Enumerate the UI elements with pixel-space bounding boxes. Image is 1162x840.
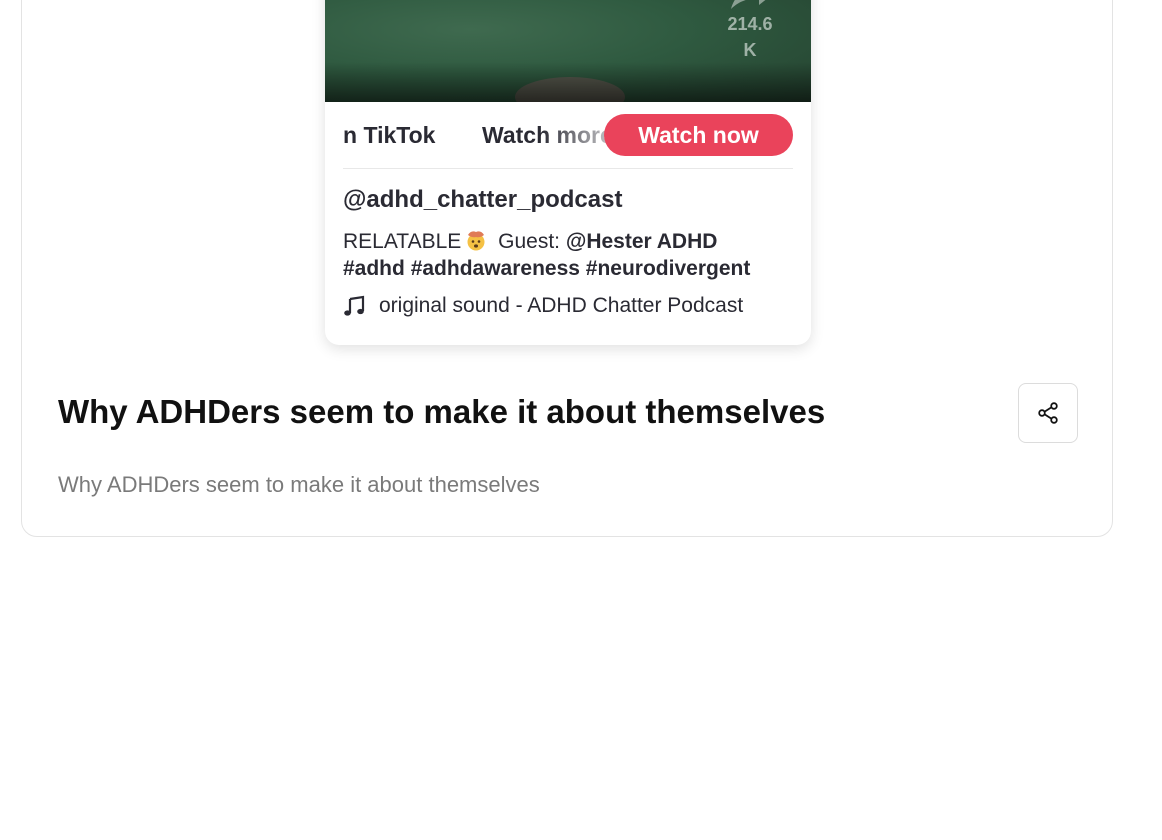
video-player[interactable]: 214.6 K [325,0,811,102]
caption-text: RELATABLE [343,230,462,253]
hashtag-link[interactable]: #adhd [343,257,405,280]
hashtag-link[interactable]: #neurodivergent [586,257,751,280]
music-note-icon [344,295,365,316]
exploding-head-emoji-icon [467,231,485,251]
hashtag-link[interactable]: #adhdawareness [411,257,580,280]
share-button[interactable] [1018,383,1078,443]
tiktok-embed: 214.6 K n TikTok Watch more Watch now @a… [325,0,811,345]
music-link[interactable]: original sound - ADHD Chatter Podcast [343,294,743,318]
username-link[interactable]: @adhd_chatter_podcast [343,186,622,214]
guest-prefix: Guest: [498,230,560,253]
article-description: Why ADHDers seem to make it about themse… [58,472,540,497]
share-count[interactable]: 214.6 K [720,0,780,63]
article-card: 214.6 K n TikTok Watch more Watch now @a… [21,0,1113,537]
marquee-text-1: n TikTok [343,122,436,148]
share-arrow-icon [731,0,766,9]
article-title: Why ADHDers seem to make it about themse… [58,393,826,430]
share-icon [1038,402,1058,424]
video-caption: RELATABLE Guest: @Hester ADHD #adhd #adh… [343,228,793,282]
marquee-text-2: Watch more [482,102,612,168]
share-count-value: 214.6 K [727,14,773,60]
cta-bar: n TikTok Watch more Watch now [343,102,793,169]
music-label: original sound - ADHD Chatter Podcast [379,294,744,317]
guest-mention-link[interactable]: @Hester ADHD [566,230,718,253]
watch-now-button[interactable]: Watch now [604,114,793,156]
